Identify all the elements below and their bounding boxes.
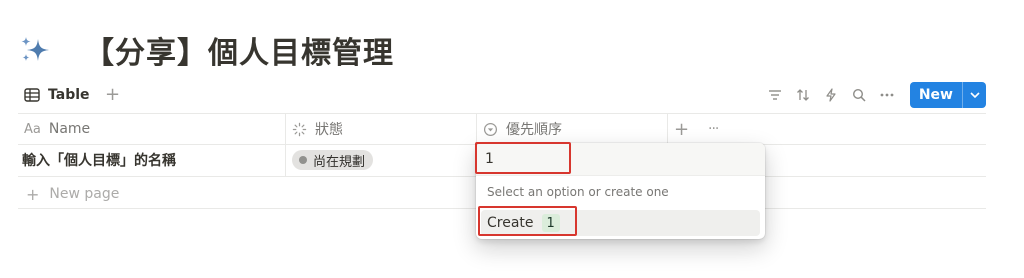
status-badge[interactable]: 尚在規劃 [292,150,374,170]
status-label: 尚在規劃 [313,154,366,170]
new-button[interactable]: New [909,82,986,108]
view-tools: New [760,82,986,108]
filter-icon [768,90,781,100]
more-button[interactable] [874,82,900,108]
plus-icon: + [26,184,40,204]
title-row: 【分享】個人目標管理 [18,28,394,72]
create-label: Create [487,215,534,231]
new-page-label: New page [49,186,120,202]
option-chip: 1 [541,214,560,232]
table-icon [24,88,40,102]
view-tab-label: Table [48,87,90,103]
new-page-button[interactable]: + New page [26,179,119,209]
sort-button[interactable] [790,82,816,108]
table-view-tab[interactable]: Table [18,82,96,108]
chevron-down-icon [969,92,980,98]
column-label: 狀態 [315,122,343,138]
status-icon [292,122,307,137]
column-header-priority[interactable]: 優先順序 [477,113,667,145]
sort-icon [796,89,809,101]
column-more-button[interactable]: ··· [702,113,732,145]
view-toolbar: Table + New [18,80,986,110]
automation-icon [826,88,836,102]
column-label: Name [48,121,91,137]
column-header-name[interactable]: Aa Name [18,113,285,145]
page-title[interactable]: 【分享】個人目標管理 [84,28,394,72]
option-search-input[interactable]: 1 [476,143,765,176]
status-dot [299,156,307,164]
new-options-button[interactable] [962,82,986,108]
column-label: 優先順序 [506,122,562,138]
automation-button[interactable] [818,82,844,108]
table-row-status-cell[interactable]: 尚在規劃 [292,144,472,176]
select-icon [483,122,498,137]
select-option-dropdown: 1 Select an option or create one Create … [476,143,765,239]
dropdown-hint: Select an option or create one [487,185,669,199]
filter-button[interactable] [762,82,788,108]
add-view-button[interactable]: + [102,84,124,106]
new-button-label[interactable]: New [910,82,962,108]
text-type-icon: Aa [24,121,41,137]
sparkles-icon[interactable] [18,33,52,67]
search-icon [852,88,866,102]
create-option-item[interactable]: Create 1 [481,210,760,236]
add-property-button[interactable]: + [668,113,698,145]
more-icon [880,93,894,97]
column-header-status[interactable]: 狀態 [286,113,476,145]
search-button[interactable] [846,82,872,108]
table-row-name-cell[interactable]: 輸入「個人目標」的名稱 [18,144,285,176]
